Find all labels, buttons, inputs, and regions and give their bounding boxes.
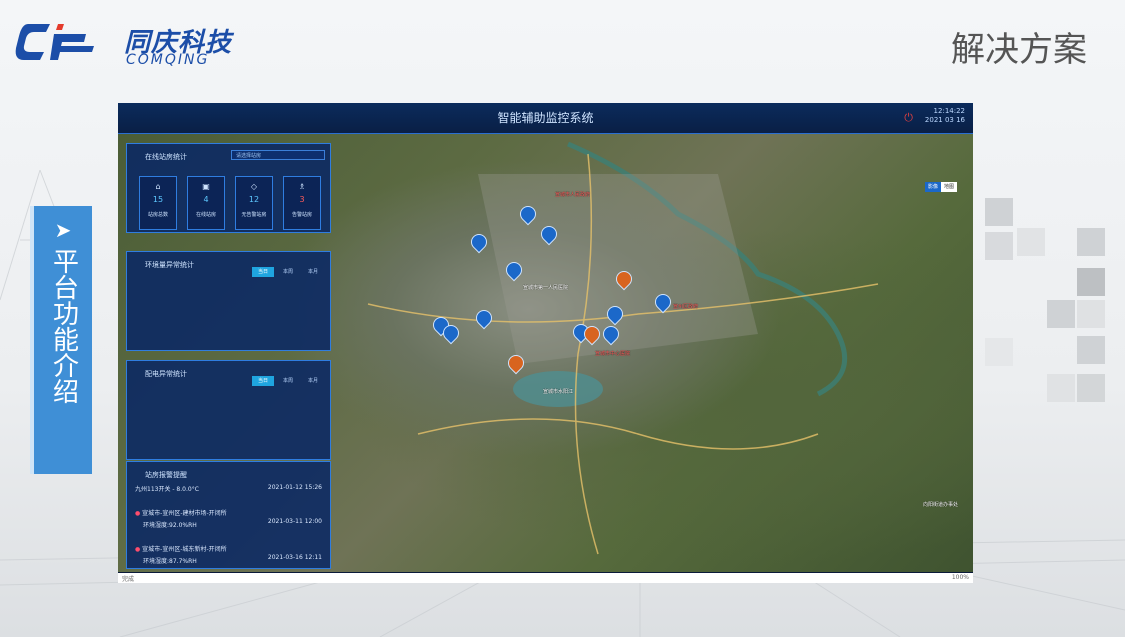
map-layer-toggle: 影像 地图 [925, 182, 957, 192]
alarm-name: 九州113开关 - 8.0.0°C [135, 486, 199, 493]
app-screenshot: 智能辅助监控系统 ⏻ 12:14:22 2021 03 16 影像 地图 宣城市… [118, 103, 973, 583]
zoom-level: 100% [951, 574, 969, 581]
shield-icon: ◇ [250, 182, 258, 191]
alarm-dot-icon: ● [135, 510, 141, 517]
alarm-time: 2021-01-12 15:26 [267, 484, 322, 491]
side-tab-label: 平台功能介绍 [48, 248, 79, 404]
clock-date: 2021 03 16 [924, 116, 965, 124]
tab-month[interactable]: 本月 [302, 267, 324, 277]
panel-title: 在线站房统计 [145, 153, 187, 161]
period-tabs: 当日 本周 本月 [249, 258, 324, 277]
map-label: 宣城市中心医院 [595, 351, 631, 357]
stat-value: 3 [299, 195, 305, 204]
power-anomaly-panel: 配电异常统计 当日 本周 本月 [126, 360, 331, 460]
slide-title: 解决方案 [951, 30, 1087, 70]
stat-value: 15 [152, 195, 164, 204]
decorative-squares [985, 188, 1125, 418]
stat-alarm-stations: ♗ 3 告警站房 [283, 176, 321, 230]
alarm-time: 2021-03-11 12:00 [267, 518, 322, 525]
alarm-item[interactable]: 九州113开关 - 8.0.0°C 2021-01-12 15:26 [135, 484, 322, 493]
stat-label: 站房总数 [147, 212, 168, 218]
alarm-name: 宣城市-宣州区-建材市场-开闭所 [142, 510, 227, 517]
logo-english-name: COMQING [126, 52, 210, 68]
company-logo: 同庆科技 COMQING [14, 16, 244, 68]
system-title: 智能辅助监控系统 [497, 111, 594, 125]
tab-month[interactable]: 本月 [302, 376, 324, 386]
monitor-icon: ▣ [202, 182, 210, 191]
stat-no-alarm-stations: ◇ 12 无告警站房 [235, 176, 273, 230]
clock-time: 12:14:22 [933, 107, 965, 115]
stat-total-stations: ⌂ 15 站房总数 [139, 176, 177, 230]
tab-today[interactable]: 当日 [252, 376, 274, 386]
map-toggle[interactable]: 地图 [941, 182, 957, 192]
map-label: 宣城市水阳江 [543, 389, 574, 395]
panel-title: 站房报警提醒 [145, 471, 187, 479]
panel-title: 环境量异常统计 [145, 261, 194, 269]
system-header: 智能辅助监控系统 ⏻ 12:14:22 2021 03 16 [118, 103, 973, 134]
environment-anomaly-panel: 环境量异常统计 当日 本周 本月 [126, 251, 331, 351]
imagery-toggle[interactable]: 影像 [925, 182, 941, 192]
map-label: 向阳街道办事处 [923, 502, 959, 508]
alarm-dot-icon: ● [135, 546, 141, 553]
panel-title: 配电异常统计 [145, 370, 187, 378]
stat-online-stations: ▣ 4 在线站房 [187, 176, 225, 230]
map-label: 宣州区政府 [673, 304, 699, 310]
status-bar: 完成 100% [118, 573, 973, 583]
map-label: 宣城市人民政府 [555, 192, 591, 198]
logo-mark-icon [15, 24, 94, 60]
status-text: 完成 [122, 576, 135, 583]
tab-week[interactable]: 本周 [277, 267, 299, 277]
arrow-icon: ➤ [54, 218, 72, 242]
alarm-name: 宣城市-宣州区-城东新村-开闭所 [142, 546, 227, 553]
stat-label: 在线站房 [195, 212, 216, 218]
stat-value: 4 [203, 195, 209, 204]
stat-value: 12 [248, 195, 260, 204]
station-select[interactable]: 请选择站房 [231, 150, 325, 160]
stat-label: 无告警站房 [241, 212, 267, 218]
alarm-time: 2021-03-16 12:11 [267, 554, 322, 561]
power-icon[interactable]: ⏻ [904, 111, 913, 125]
side-tab: ➤ 平台功能介绍 [30, 206, 92, 474]
stat-label: 告警站房 [291, 212, 312, 218]
home-icon: ⌂ [155, 182, 161, 191]
tab-week[interactable]: 本周 [277, 376, 299, 386]
map-label: 宣城市第一人民医院 [523, 285, 569, 291]
alarm-icon: ♗ [298, 182, 306, 191]
alarm-item[interactable]: ● 宣城市-宣州区-城东新村-开闭所 环境湿度:87.7%RH 2021-03-… [135, 544, 322, 565]
clock: 12:14:22 2021 03 16 [925, 107, 965, 125]
online-stations-panel: 在线站房统计 请选择站房 ⌂ 15 站房总数 ▣ 4 在线站房 ◇ 12 无告警… [126, 143, 331, 233]
period-tabs: 当日 本周 本月 [249, 367, 324, 386]
alarm-item[interactable]: ● 宣城市-宣州区-建材市场-开闭所 环境湿度:92.0%RH 2021-03-… [135, 508, 322, 529]
station-alarm-panel: 站房报警提醒 九州113开关 - 8.0.0°C 2021-01-12 15:2… [126, 461, 331, 569]
tab-today[interactable]: 当日 [252, 267, 274, 277]
